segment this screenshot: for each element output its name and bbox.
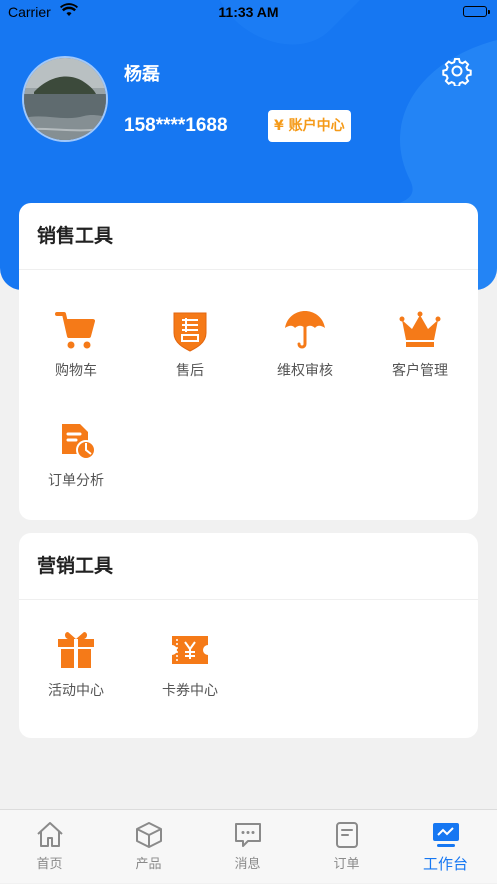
tool-label: 售后: [176, 363, 204, 379]
coupon-icon: [172, 636, 208, 664]
message-icon: [234, 823, 261, 847]
tool-label: 卡券中心: [162, 683, 218, 699]
crown-icon: [399, 311, 441, 347]
tab-label: 产品: [135, 857, 162, 872]
tab-messages[interactable]: 消息: [198, 810, 297, 884]
sales-tools-title: 销售工具: [19, 203, 478, 270]
tab-workbench[interactable]: 工作台: [396, 810, 495, 884]
tool-customer-management[interactable]: 客户管理: [363, 308, 477, 380]
tab-products[interactable]: 产品: [99, 810, 198, 884]
user-phone: 158****1688: [124, 115, 228, 136]
tool-label: 维权审核: [277, 363, 333, 379]
order-analysis-icon: [62, 424, 96, 460]
marketing-tools-card: 营销工具 活动中心 卡券中心: [19, 533, 478, 738]
tool-shopping-cart[interactable]: 购物车: [19, 308, 133, 380]
avatar[interactable]: [22, 56, 108, 142]
tool-rights-review[interactable]: 维权审核: [248, 308, 362, 380]
status-bar: Carrier 11:33 AM: [0, 0, 497, 26]
sales-tools-card: 销售工具 购物车 售后 维权审核 客户管理 订单分析: [19, 203, 478, 520]
tab-bar: 首页 产品 消息 订单 工作台: [0, 809, 497, 883]
box-icon: [135, 822, 162, 848]
home-icon: [36, 822, 63, 847]
user-name: 杨磊: [124, 64, 160, 85]
tool-label: 订单分析: [48, 473, 104, 489]
tool-label: 购物车: [55, 363, 97, 379]
tool-coupon-center[interactable]: 卡券中心: [133, 628, 247, 700]
umbrella-icon: [285, 311, 325, 349]
gift-icon: [58, 632, 94, 668]
tool-label: 客户管理: [392, 363, 448, 379]
tab-label: 首页: [36, 857, 63, 872]
shopping-cart-icon: [55, 312, 95, 349]
marketing-tools-title: 营销工具: [19, 533, 478, 600]
battery-icon: [463, 6, 490, 17]
order-icon: [335, 822, 358, 848]
tab-home[interactable]: 首页: [0, 810, 99, 884]
settings-gear-icon[interactable]: [442, 56, 472, 86]
tab-label: 消息: [234, 857, 261, 872]
tool-after-sale[interactable]: 售后: [133, 308, 247, 380]
tab-label: 订单: [333, 857, 360, 872]
tool-activity-center[interactable]: 活动中心: [19, 628, 133, 700]
tool-order-analysis[interactable]: 订单分析: [19, 418, 133, 490]
tab-orders[interactable]: 订单: [297, 810, 396, 884]
tool-label: 活动中心: [48, 683, 104, 699]
tab-label: 工作台: [422, 855, 468, 873]
account-center-button[interactable]: ¥ 账户中心: [268, 110, 351, 142]
after-sale-shield-icon: [173, 312, 207, 352]
clock: 11:33 AM: [218, 4, 279, 20]
workbench-icon: [432, 823, 459, 847]
